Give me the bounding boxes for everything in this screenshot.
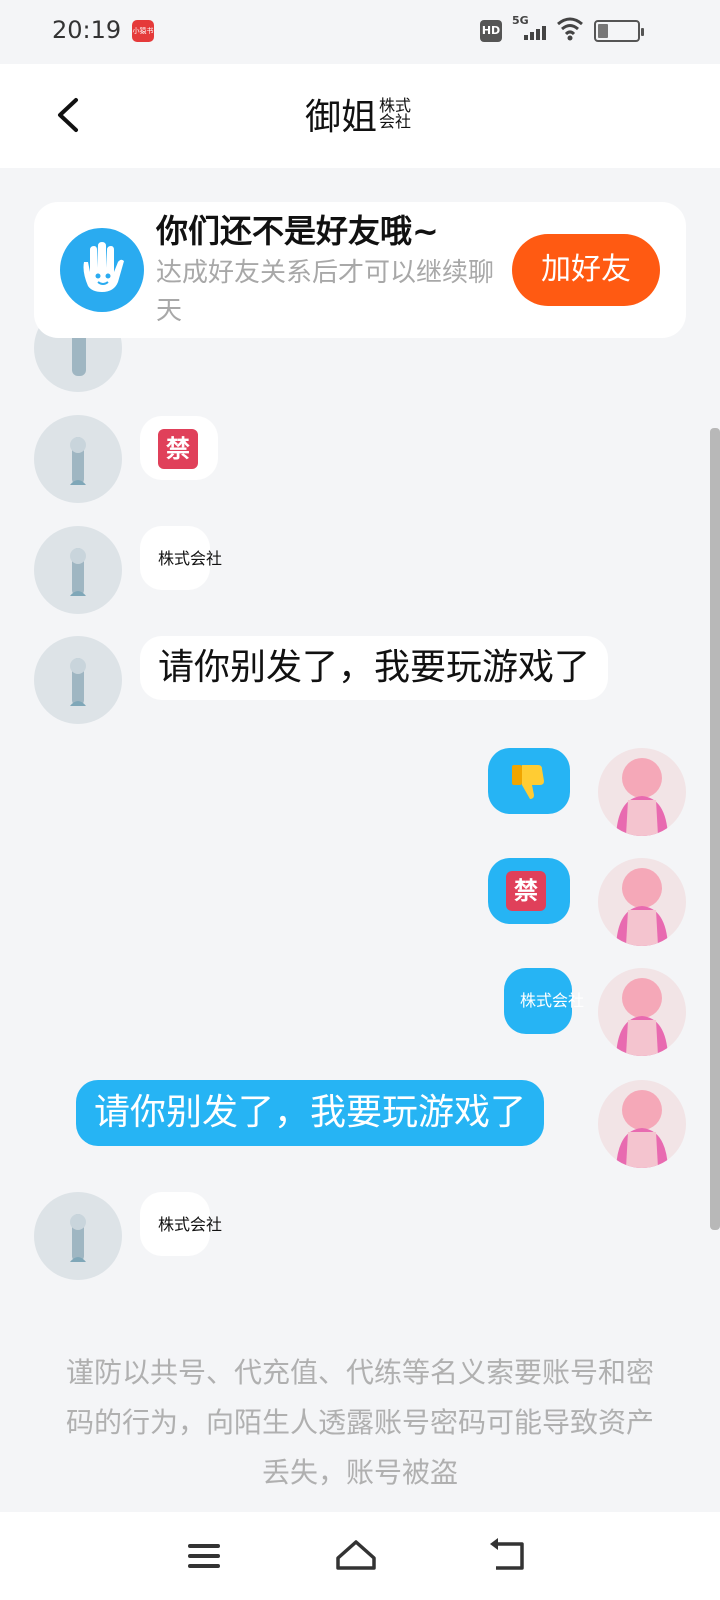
battery-icon [594, 20, 644, 42]
avatar[interactable] [34, 1192, 122, 1280]
notice-title: 你们还不是好友哦~ [156, 212, 439, 250]
thumbs-down-icon [512, 765, 544, 799]
notice-subtitle: 达成好友关系后才可以继续聊天 [156, 258, 495, 326]
message-bubble[interactable]: 请你别发了，我要玩游戏了 [140, 636, 609, 700]
message-bubble[interactable]: 禁 [140, 416, 218, 480]
home-icon[interactable] [334, 1534, 378, 1578]
chat-header: 御姐 株式会社 [0, 64, 720, 168]
message-bubble[interactable]: 株式会社 [504, 968, 585, 1034]
scrollbar[interactable] [710, 428, 720, 1230]
avatar[interactable] [598, 858, 686, 946]
menu-icon[interactable] [182, 1534, 226, 1578]
status-bar: 20:19 小猿书 HD 5G [0, 0, 720, 64]
add-friend-button[interactable]: 加好友 [512, 234, 660, 306]
hand-wave-icon [60, 228, 144, 312]
avatar[interactable] [598, 1080, 686, 1168]
status-time: 20:19 [52, 16, 122, 44]
avatar[interactable] [598, 968, 686, 1056]
page-title: 御姐 株式会社 [0, 88, 720, 140]
message-bubble[interactable]: 株式会社 [140, 1192, 223, 1256]
cell-signal-icon: 5G [512, 14, 548, 44]
wifi-icon [557, 17, 583, 41]
sticker-text: 株式会社 [158, 549, 223, 568]
message-bubble[interactable]: 株式会社 [140, 526, 223, 590]
title-badge: 株式会社 [379, 96, 412, 131]
avatar[interactable] [34, 526, 122, 614]
sticker-text: 株式会社 [520, 991, 585, 1010]
avatar[interactable] [34, 636, 122, 724]
not-friends-notice: 你们还不是好友哦~ 达成好友关系后才可以继续聊天 加好友 [34, 202, 686, 338]
system-nav-bar [0, 1512, 720, 1600]
message-bubble[interactable] [488, 748, 570, 814]
security-warning: 谨防以共号、代充值、代练等名义索要账号和密码的行为，向陌生人透露账号密码可能导致… [65, 1356, 654, 1489]
sticker-text: 株式会社 [158, 1215, 223, 1234]
message-bubble[interactable]: 请你别发了，我要玩游戏了 [76, 1080, 545, 1146]
contact-name: 御姐 [304, 97, 377, 138]
message-bubble[interactable]: 禁 [488, 858, 570, 924]
chat-message-list[interactable]: 你们还不是好友哦~ 达成好友关系后才可以继续聊天 加好友 禁 株式会社 请你别发… [0, 168, 720, 1512]
ban-emoji-icon: 禁 [158, 429, 198, 469]
avatar[interactable] [34, 415, 122, 503]
back-nav-icon[interactable] [486, 1534, 530, 1578]
ban-emoji-icon: 禁 [506, 871, 546, 911]
avatar[interactable] [598, 748, 686, 836]
hd-icon: HD [480, 20, 502, 42]
app-notification-icon: 小猿书 [132, 20, 154, 42]
